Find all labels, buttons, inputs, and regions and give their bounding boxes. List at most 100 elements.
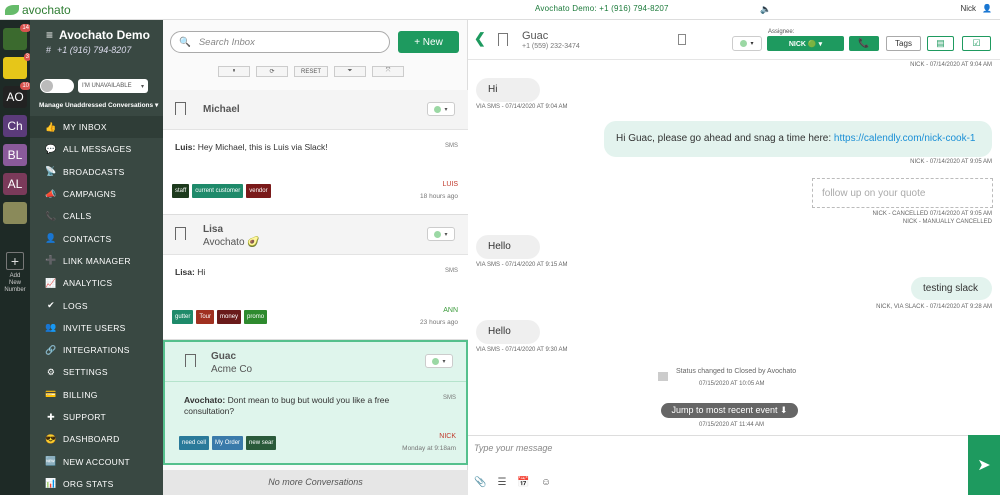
list-icon[interactable]: ☰	[497, 477, 506, 488]
nav-item-contacts[interactable]: 👤 CONTACTS	[30, 227, 163, 249]
conversation-header: Lisa Avochato 🥑 ▾	[163, 215, 468, 255]
message-timestamp: VIA SMS - 07/14/2020 AT 9:15 AM	[476, 262, 568, 268]
conversation-list-panel: 🔍 Search Inbox + New ⏸ ⟳ RESET ⏷ ⤧ Michae…	[163, 20, 468, 495]
bookmark-icon[interactable]	[175, 102, 186, 115]
message-input[interactable]: Type your message	[474, 443, 552, 453]
nav-item-invite-users[interactable]: 👥 INVITE USERS	[30, 317, 163, 339]
tag-gutter[interactable]: gutter	[172, 310, 194, 324]
account-switch-ao[interactable]: AO 10	[3, 82, 31, 108]
status-dropdown[interactable]: ▾	[425, 354, 453, 368]
time-ago: 23 hours ago	[420, 319, 458, 326]
notes-button[interactable]: ▤	[927, 36, 954, 51]
nav-item-label: SUPPORT	[63, 412, 107, 422]
close-conversation-button[interactable]: ☑	[962, 36, 991, 51]
message-timestamp: VIA SMS - 07/14/2020 AT 9:30 AM	[476, 347, 568, 353]
tag-tour[interactable]: Tour	[196, 310, 215, 324]
nav-item-label: ANALYTICS	[63, 278, 113, 289]
status-dropdown[interactable]: ▾	[732, 36, 762, 51]
nav-item-label: CAMPAIGNS	[63, 189, 117, 200]
nav-item-my-inbox[interactable]: 👍 MY INBOX	[30, 116, 163, 139]
nav-item-label: INTEGRATIONS	[63, 345, 130, 356]
conversation-item-guac[interactable]: Guac Acme Co ▾ Avochato: Dont mean to bu…	[163, 340, 468, 465]
call-button[interactable]: 📞	[849, 36, 879, 51]
calendar-icon[interactable]: 📅	[517, 477, 529, 488]
jump-to-recent-button[interactable]: Jump to most recent event ⬇	[661, 403, 798, 418]
nav-item-dashboard[interactable]: 😎 DASHBOARD	[30, 428, 163, 450]
nav-item-campaigns[interactable]: 📣 CAMPAIGNS	[30, 183, 163, 205]
account-switch-7[interactable]	[3, 202, 27, 224]
main-sidebar: ≡ Avochato Demo # +1 (916) 794-8207 I'M UN…	[30, 20, 163, 495]
shuffle-button[interactable]: ⤧	[372, 66, 405, 77]
tag-new-sear[interactable]: new sear	[246, 436, 277, 450]
nav-item-new-account[interactable]: 🆕 NEW ACCOUNT	[30, 450, 163, 472]
account-switch-bl[interactable]: BL	[3, 144, 27, 166]
nav-item-calls[interactable]: 📞 CALLS	[30, 205, 163, 227]
account-switch-al[interactable]: AL	[3, 173, 27, 195]
nav-item-all-messages[interactable]: 💬 ALL MESSAGES	[30, 138, 163, 160]
status-dropdown[interactable]: ▾	[427, 102, 455, 116]
nav-item-link-manager[interactable]: ➕ LINK MANAGER	[30, 250, 163, 272]
tag-money[interactable]: money	[217, 310, 242, 324]
brand-logo[interactable]: avochato	[5, 3, 71, 17]
attachment-icon[interactable]: 📎	[474, 477, 486, 488]
manage-unaddressed-dropdown[interactable]: Manage Unaddressed Conversations ▾	[39, 101, 158, 109]
refresh-button[interactable]: ⟳	[256, 66, 288, 77]
nav-item-label: INVITE USERS	[63, 322, 126, 333]
account-title[interactable]: ≡ Avochato Demo	[46, 28, 150, 42]
bookmark-icon[interactable]	[185, 354, 196, 367]
account-switch-2[interactable]: 3	[3, 53, 31, 79]
account-switch-ch[interactable]: Ch	[3, 115, 27, 137]
nav-item-analytics[interactable]: 📈 ANALYTICS	[30, 272, 163, 294]
conversation-item-michael[interactable]: Michael ▾ Luis: Hey Michael, this is Lui…	[163, 90, 468, 215]
back-icon[interactable]: ❮	[474, 30, 486, 47]
filter-button[interactable]: ⏷	[334, 66, 367, 77]
calendly-link[interactable]: https://calendly.com/nick-cook-1	[834, 133, 976, 144]
add-new-number-label: Add New Number	[4, 273, 26, 293]
nav-icon: 😎	[45, 433, 57, 444]
nav-item-billing[interactable]: 💳 BILLING	[30, 384, 163, 406]
volume-icon[interactable]: 🔈	[760, 4, 771, 15]
contact-name[interactable]: Guac	[522, 30, 548, 42]
nav-item-broadcasts[interactable]: 📡 BROADCASTS	[30, 161, 163, 183]
account-switch-1[interactable]: 14	[3, 24, 31, 50]
tag-my-order[interactable]: My Order	[212, 436, 244, 450]
bookmark-icon[interactable]	[498, 33, 508, 46]
status-dropdown[interactable]: ▾	[427, 227, 455, 241]
nav-item-support[interactable]: ✚ SUPPORT	[30, 406, 163, 428]
user-menu[interactable]: Nick 👤	[960, 4, 992, 13]
availability-toggle[interactable]	[40, 79, 74, 93]
add-new-number-button[interactable]: + Add New Number	[3, 252, 27, 294]
nav-item-org-stats[interactable]: 📊 ORG STATS	[30, 473, 163, 495]
emoji-icon[interactable]: ☺	[541, 477, 551, 488]
message-sender: Luis:	[175, 142, 196, 152]
document-icon[interactable]	[678, 34, 686, 45]
message-timestamp: NICK - CANCELLED 07/14/2020 AT 9:05 AM	[872, 211, 992, 217]
new-conversation-button[interactable]: + New	[398, 31, 459, 53]
nav-item-settings[interactable]: ⚙ SETTINGS	[30, 361, 163, 383]
cancelled-scheduled-message: follow up on your quote	[812, 178, 993, 208]
tag-vendor[interactable]: vendor	[246, 184, 271, 198]
tags-button[interactable]: Tags	[886, 36, 921, 51]
tag-staff[interactable]: staff	[172, 184, 190, 198]
bookmark-icon[interactable]	[175, 227, 186, 240]
send-button[interactable]: ➤	[968, 435, 1000, 495]
nav-item-integrations[interactable]: 🔗 INTEGRATIONS	[30, 339, 163, 361]
tag-list: gutter Tour money promo	[172, 310, 268, 324]
tag-need-cell[interactable]: need cell	[179, 436, 210, 450]
menu-icon[interactable]: ≡	[46, 28, 53, 42]
search-input[interactable]: 🔍 Search Inbox	[170, 31, 390, 53]
availability-select[interactable]: I'M UNAVAILABLE ▾	[78, 79, 148, 93]
reset-button[interactable]: RESET	[294, 66, 329, 77]
nav-item-logs[interactable]: ✔ LOGS	[30, 294, 163, 316]
status-dot-icon	[434, 105, 442, 113]
message-text: Hey Michael, this is Luis via Slack!	[197, 142, 328, 152]
nav-item-label: LOGS	[63, 300, 88, 311]
assignee-select[interactable]: NICK 🟢 ▾	[767, 36, 844, 51]
pause-button[interactable]: ⏸	[218, 66, 250, 77]
tag-promo[interactable]: promo	[244, 310, 268, 324]
conversation-item-lisa[interactable]: Lisa Avochato 🥑 ▾ Lisa: Hi SMS gutter Tou…	[163, 215, 468, 340]
channel-label: SMS	[442, 395, 456, 401]
phone-icon: 📞	[858, 38, 870, 48]
tag-current-customer[interactable]: current customer	[192, 184, 244, 198]
contact-name: Lisa	[203, 224, 224, 235]
